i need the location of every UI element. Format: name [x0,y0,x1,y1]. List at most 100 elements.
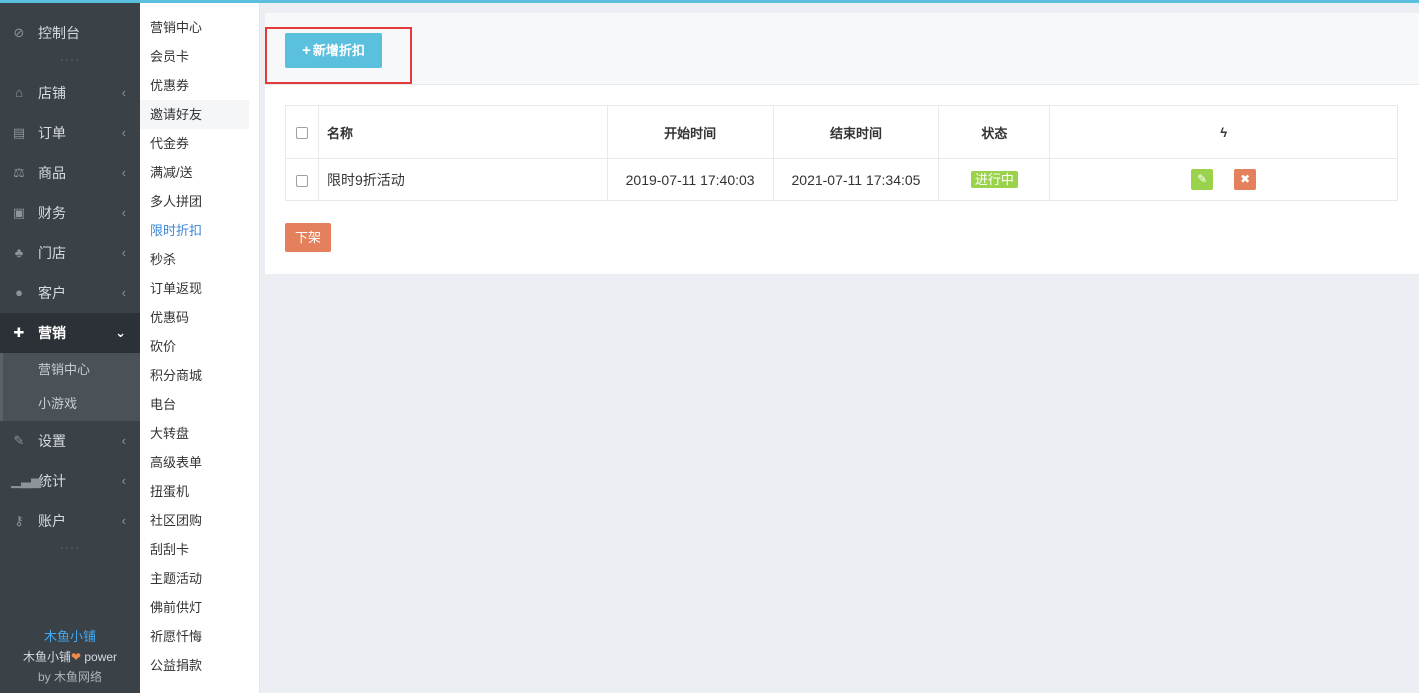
power-text: power [81,650,118,664]
by-line: by 木鱼网络 [37,670,102,684]
subnav-item[interactable]: 营销中心 [140,13,259,42]
sidebar-item-dashboard[interactable]: ⊘ 控制台 [0,13,140,53]
subnav-item[interactable]: 社区团购 [140,506,259,535]
sidebar-item-stores[interactable]: ♣ 门店 ‹ [0,233,140,273]
sidebar-item-label: 统计 [38,473,66,489]
gift-icon: ✚ [13,325,25,340]
close-icon: ✖ [1240,172,1251,186]
subnav-item[interactable]: 刮刮卡 [140,535,259,564]
chevron-left-icon: ‹ [121,285,126,300]
subnav-item[interactable]: 公益捐款 [140,651,259,680]
sidebar-item-products[interactable]: ⚖ 商品 ‹ [0,153,140,193]
sidebar-subitem-marketing-center[interactable]: 营销中心 [0,353,140,387]
power-brand: 木鱼小铺 [22,650,71,664]
toolbar: + 新增折扣 [265,13,1419,85]
subnav-item[interactable]: 优惠码 [140,303,259,332]
subnav-item[interactable]: 订单返现 [140,274,259,303]
chevron-left-icon: ‹ [121,513,126,528]
bolt-icon: ϟ [1220,124,1228,140]
sidebar-item-statistics[interactable]: ▁▃▅ 统计 ‹ [0,461,140,501]
sidebar-item-label: 设置 [38,433,66,449]
subnav-item[interactable]: 佛前供灯 [140,593,259,622]
sidebar-divider: ···· [60,52,80,66]
chevron-left-icon: ‹ [121,245,126,260]
subnav-item[interactable]: 多人拼团 [140,187,259,216]
sidebar-item-account[interactable]: ⚷ 账户 ‹ [0,501,140,541]
subnav-item[interactable]: 积分商城 [140,361,259,390]
dashboard-icon: ⊘ [13,25,25,40]
chevron-left-icon: ‹ [121,433,126,448]
sidebar-item-label: 财务 [38,205,66,221]
column-header-status: 状态 [938,105,1051,159]
row-actions-cell: ✎ ✖ [1049,158,1398,201]
sidebar-item-label: 账户 [38,513,66,529]
subnav-item[interactable]: 限时折扣 [140,216,259,245]
discount-table: 名称 开始时间 结束时间 状态 ϟ 限时9折活动 2019-07-11 17:4… [285,105,1398,201]
sidebar-item-label: 客户 [38,285,66,301]
status-badge: 进行中 [970,171,1018,188]
chevron-left-icon: ‹ [121,85,126,100]
subnav-item[interactable]: 祈愿忏悔 [140,622,259,651]
sidebar-item-finance[interactable]: ▣ 财务 ‹ [0,193,140,233]
sidebar-item-customers[interactable]: ● 客户 ‹ [0,273,140,313]
subnav-item[interactable]: 扭蛋机 [140,477,259,506]
chevron-left-icon: ‹ [121,165,126,180]
take-down-button[interactable]: 下架 [285,223,331,252]
row-checkbox[interactable] [295,174,308,187]
column-header-end-time: 结束时间 [772,105,940,159]
select-all-checkbox[interactable] [295,127,308,140]
subnav-item[interactable]: 代金券 [140,129,259,158]
subnav-item[interactable]: 电台 [140,390,259,419]
sidebar-item-orders[interactable]: ▤ 订单 ‹ [0,113,140,153]
sidebar-item-label: 店铺 [38,85,66,101]
sidebar-item-settings[interactable]: ✎ 设置 ‹ [0,421,140,461]
plus-icon: + [302,42,311,59]
sidebar-divider: ···· [60,540,80,554]
order-icon: ▤ [12,125,26,140]
sidebar-item-marketing[interactable]: ✚ 营销 ⌄ [0,313,140,353]
brand-link[interactable]: 木鱼小铺 [0,627,140,647]
main-sidebar: ⊘ 控制台 ···· ⌂ 店铺 ‹ ▤ 订单 ‹ ⚖ 商品 ‹ ▣ 财务 ‹ ♣… [0,3,140,693]
select-all-cell [285,105,319,159]
marketing-subnav: 营销中心 会员卡 优惠券 邀请好友 代金券 满减/送 多人拼团 限时折扣 秒杀 订单返现 优惠码 砍价… [140,3,260,693]
subnav-item[interactable]: 邀请好友 [140,100,249,129]
row-select-cell [285,158,319,201]
subnav-item[interactable]: 大转盘 [140,419,259,448]
wrench-icon: ✎ [13,433,25,448]
sidebar-item-label: 门店 [38,245,66,261]
sidebar-footer: 木鱼小铺 木鱼小铺❤ power by 木鱼网络 [0,627,140,687]
subnav-item[interactable]: 砍价 [140,332,259,361]
row-status-cell: 进行中 [938,158,1051,201]
pencil-icon: ✎ [1197,172,1208,186]
key-icon: ⚷ [14,513,24,528]
sidebar-item-label: 订单 [38,125,66,141]
heart-icon: ❤ [70,650,82,664]
edit-button[interactable]: ✎ [1191,169,1214,190]
chevron-left-icon: ‹ [121,473,126,488]
subnav-item[interactable]: 满减/送 [140,158,259,187]
sidebar-submenu: 营销中心 小游戏 [0,353,140,421]
money-icon: ▣ [12,205,26,220]
signal-icon: ▁▃▅ [11,473,41,488]
subnav-item[interactable]: 会员卡 [140,42,259,71]
subnav-item[interactable]: 主题活动 [140,564,259,593]
sitemap-icon: ♣ [14,245,24,260]
column-header-name: 名称 [317,105,608,159]
power-line: 木鱼小铺❤ power [0,647,140,667]
sidebar-item-shop[interactable]: ⌂ 店铺 ‹ [0,73,140,113]
table-header-row: 名称 开始时间 结束时间 状态 ϟ [285,105,1398,159]
main-panel: + 新增折扣 名称 开始时间 结束时间 状态 ϟ 限时9折活动 2019-07-1… [265,13,1419,274]
subnav-item[interactable]: 高级表单 [140,448,259,477]
add-discount-button[interactable]: + 新增折扣 [285,33,382,68]
sidebar-item-label: 营销 [38,325,66,341]
sidebar-subitem-mini-games[interactable]: 小游戏 [0,387,140,421]
chevron-left-icon: ‹ [121,125,126,140]
chevron-left-icon: ‹ [121,205,126,220]
shop-icon: ⌂ [15,85,23,100]
table-row: 限时9折活动 2019-07-11 17:40:03 2021-07-11 17… [285,158,1398,201]
delete-button[interactable]: ✖ [1234,169,1257,190]
sidebar-item-label: 商品 [38,165,66,181]
subnav-list: 营销中心 会员卡 优惠券 邀请好友 代金券 满减/送 多人拼团 限时折扣 秒杀 订单返现 优惠码 砍价… [140,13,259,680]
subnav-item[interactable]: 秒杀 [140,245,259,274]
subnav-item[interactable]: 优惠券 [140,71,259,100]
